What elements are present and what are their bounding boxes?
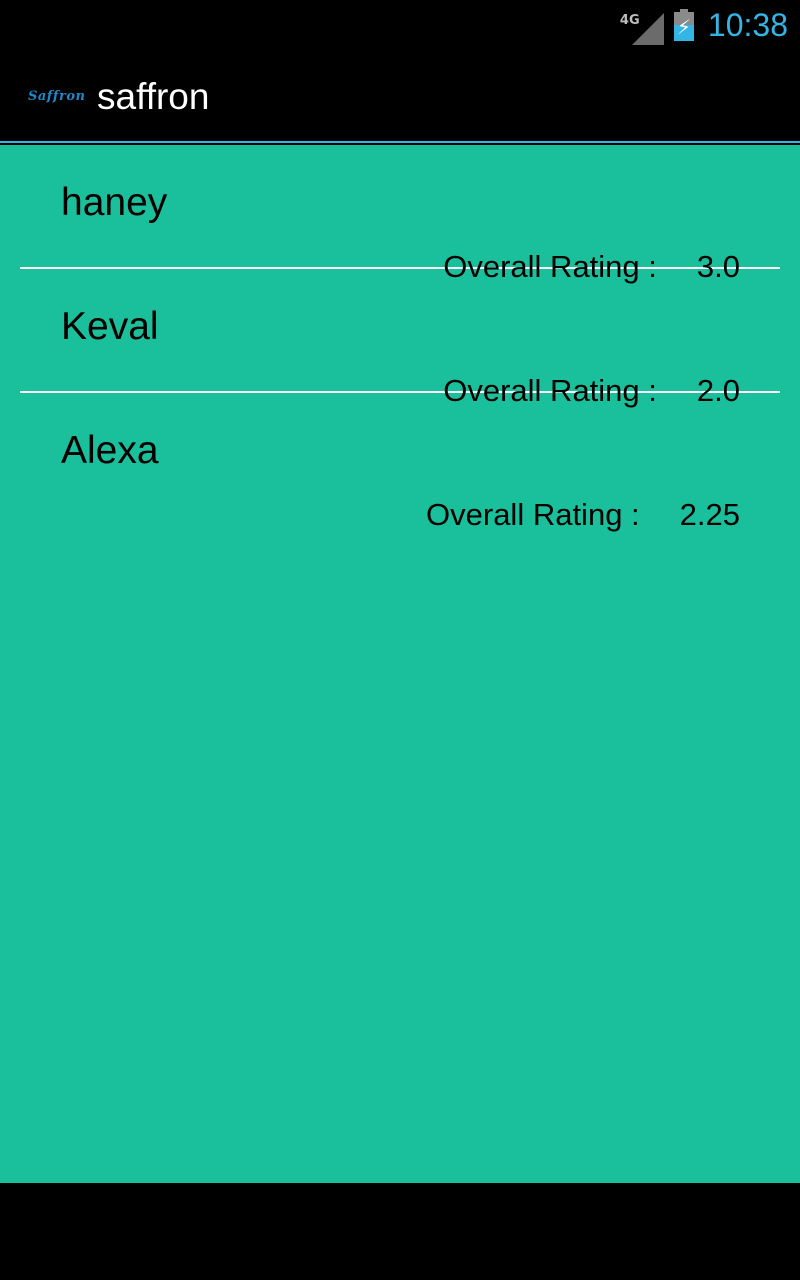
- rating-row: Overall Rating : 2.25: [426, 497, 740, 533]
- list-item[interactable]: haney Overall Rating : 3.0: [20, 145, 780, 284]
- navigation-bar: [0, 1183, 800, 1280]
- list-item[interactable]: Alexa Overall Rating : 2.25: [20, 393, 780, 532]
- status-clock: 10:38: [707, 6, 788, 43]
- status-icons: 4G ⚡ 10:38: [620, 0, 788, 50]
- status-bar: 4G ⚡ 10:38: [0, 0, 800, 50]
- app-title: saffron: [97, 76, 210, 117]
- rating-list: haney Overall Rating : 3.0 Keval Overall…: [0, 145, 800, 1183]
- battery-charging-icon: ⚡: [673, 9, 694, 41]
- item-name: Keval: [61, 305, 159, 348]
- signal-icon: 4G: [620, 5, 664, 45]
- item-name: haney: [61, 181, 168, 224]
- screen: 4G ⚡ 10:38 Saffron saffron haney Overall…: [0, 0, 800, 1280]
- app-logo[interactable]: Saffron: [28, 89, 85, 104]
- network-type: 4G: [619, 13, 640, 28]
- action-bar: Saffron saffron: [0, 50, 800, 143]
- rating-value: 2.25: [679, 497, 740, 532]
- list-item[interactable]: Keval Overall Rating : 2.0: [20, 269, 780, 408]
- rating-label: Overall Rating :: [426, 497, 640, 532]
- item-name: Alexa: [61, 429, 159, 472]
